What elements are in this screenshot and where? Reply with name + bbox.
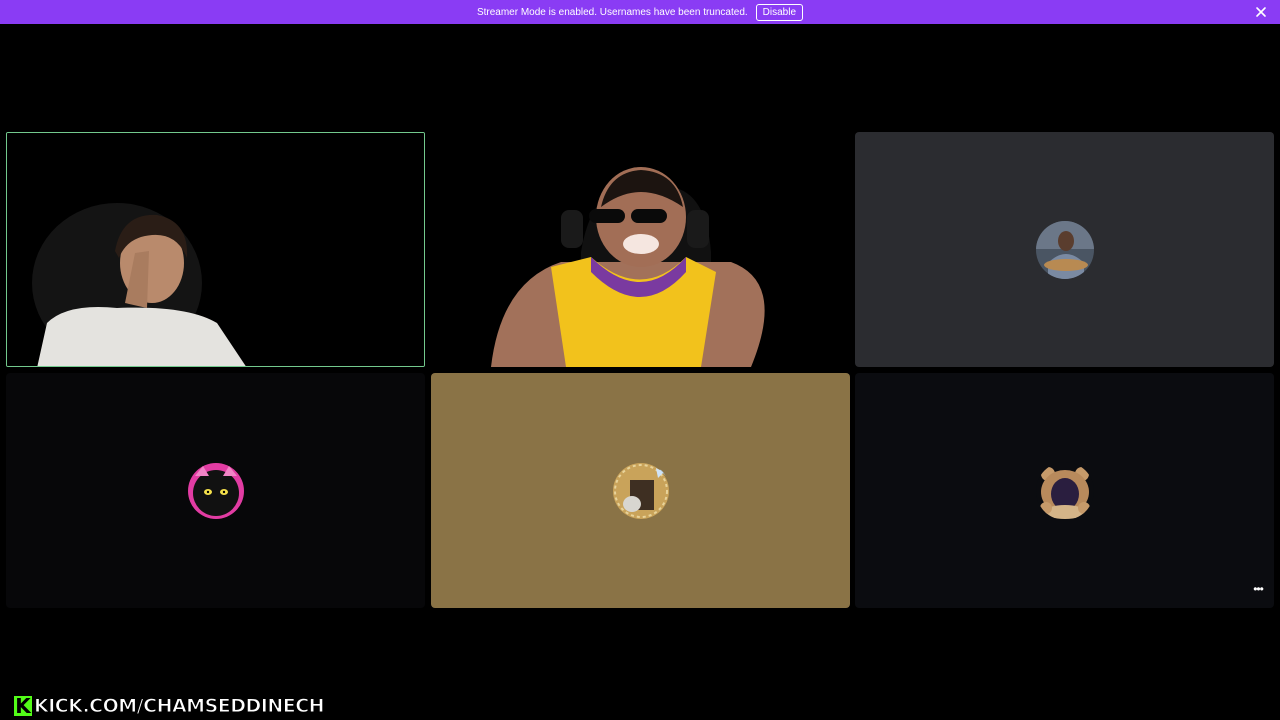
ellipsis-icon[interactable]: ••• [1250, 583, 1266, 600]
banner-message: Streamer Mode is enabled. Usernames have… [476, 6, 748, 18]
cat-photo-avatar [612, 462, 670, 520]
black-cat-avatar [187, 462, 245, 520]
participant-tile-3[interactable] [855, 132, 1274, 367]
participant-video-1 [7, 133, 424, 366]
participant-tile-1[interactable] [6, 132, 425, 367]
participant-tile-4[interactable] [6, 373, 425, 608]
disable-button[interactable]: Disable [755, 3, 804, 21]
person-avatar [1035, 220, 1094, 279]
participant-tile-6[interactable]: ••• [855, 373, 1274, 608]
participant-tile-5[interactable] [431, 373, 850, 608]
watermark-text: KICK.COM/CHAMSEDDINECH [33, 695, 325, 718]
stream-watermark: K KICK.COM/CHAMSEDDINECH [12, 693, 325, 719]
plush-bear-avatar [1035, 461, 1094, 520]
streamer-mode-banner: Streamer Mode is enabled. Usernames have… [0, 0, 1280, 24]
participant-video-2 [431, 132, 850, 367]
kick-logo: K [12, 694, 34, 718]
participant-tile-2[interactable] [431, 132, 850, 367]
call-window: Streamer Mode is enabled. Usernames have… [0, 0, 1280, 720]
close-icon[interactable] [1254, 5, 1268, 19]
